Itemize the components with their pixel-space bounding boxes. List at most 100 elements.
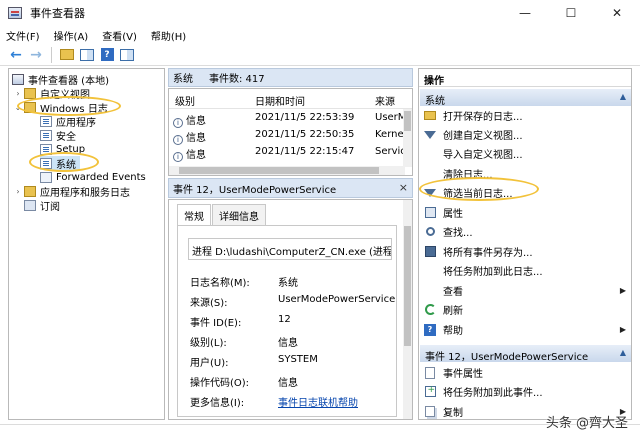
maximize-button[interactable]: ☐: [548, 0, 594, 26]
tree-item-app-service-logs[interactable]: › 应用程序和服务日志: [14, 184, 130, 199]
detail-vertical-scrollbar[interactable]: [403, 200, 412, 419]
event-detail-header: 事件 12，UserModePowerService ×: [168, 178, 413, 198]
forward-arrow-icon: →: [30, 46, 42, 63]
column-datetime[interactable]: 日期和时间: [255, 93, 305, 108]
action-view[interactable]: 查看 ▶: [423, 282, 628, 299]
properties-icon: [424, 207, 436, 218]
scrollbar-thumb[interactable]: [179, 167, 379, 174]
close-icon[interactable]: ×: [399, 181, 408, 194]
submenu-arrow-icon: ▶: [619, 325, 626, 334]
actions-group-system[interactable]: 系统 ▲: [420, 89, 631, 107]
action-save-all-events-as[interactable]: 将所有事件另存为...: [423, 243, 628, 260]
event-description-box[interactable]: 进程 D:\ludashi\ComputerZ_CN.exe (进程 ID: [188, 238, 392, 260]
menu-bar: 文件(F) 操作(A) 查看(V) 帮助(H): [0, 26, 640, 44]
highlight-ellipse-windows-logs: [17, 96, 121, 116]
menu-view[interactable]: 查看(V): [102, 28, 137, 43]
tree-item-security[interactable]: 安全: [40, 128, 76, 143]
open-folder-button[interactable]: [59, 47, 75, 63]
tab-general[interactable]: 常规: [177, 204, 211, 226]
column-source[interactable]: 来源: [375, 93, 395, 108]
action-open-saved-log[interactable]: 打开保存的日志...: [423, 107, 628, 124]
action-properties[interactable]: 属性: [423, 204, 628, 221]
folder-icon: [60, 49, 74, 60]
minimize-button[interactable]: —: [502, 0, 548, 26]
submenu-arrow-icon: ▶: [619, 286, 626, 295]
action-help[interactable]: ? 帮助 ▶: [423, 321, 628, 338]
actions-group-event[interactable]: 事件 12，UserModePowerService ▲: [420, 345, 631, 363]
toolbar: ← → ?: [0, 44, 640, 66]
toolbar-separator: [51, 46, 52, 63]
action-import-custom-view[interactable]: 导入自定义视图...: [423, 145, 628, 162]
highlight-ellipse-filter-current-log: [419, 177, 539, 201]
collapse-caret-icon[interactable]: ▲: [620, 92, 626, 101]
copy-icon: [425, 406, 435, 417]
show-hide-action-pane-button[interactable]: [119, 47, 135, 63]
action-attach-task-to-log[interactable]: 将任务附加到此日志...: [423, 262, 628, 279]
action-find[interactable]: 查找...: [423, 223, 628, 240]
event-detail-panel: 常规 详细信息 进程 D:\ludashi\ComputerZ_CN.exe (…: [168, 199, 413, 420]
save-icon: [424, 246, 436, 257]
title-bar: 事件查看器 — ☐ ✕: [0, 0, 640, 26]
action-attach-task-to-event[interactable]: 将任务附加到此事件...: [423, 383, 628, 400]
folder-icon: [24, 185, 36, 197]
prop-value-user: SYSTEM: [278, 354, 318, 365]
prop-value-opcode: 信息: [278, 378, 298, 389]
prop-label-event-id: 事件 ID(E):: [190, 318, 242, 329]
prop-label-user: 用户(U):: [190, 358, 229, 369]
action-refresh[interactable]: 刷新: [423, 301, 628, 318]
tree-item-event-viewer[interactable]: 事件查看器 (本地): [12, 72, 109, 87]
console-tree-icon: [80, 48, 94, 61]
column-level[interactable]: 级别: [175, 93, 195, 108]
action-event-properties[interactable]: 事件属性: [423, 364, 628, 381]
table-row[interactable]: i 信息 2021/11/5 22:53:39 UserM: [169, 110, 405, 128]
expand-chevron-icon[interactable]: ›: [14, 187, 22, 196]
show-hide-tree-button[interactable]: [79, 47, 95, 63]
help-icon: ?: [100, 48, 114, 61]
prop-label-source: 来源(S):: [190, 298, 228, 309]
event-properties-icon: [425, 366, 435, 379]
general-tab-panel: 进程 D:\ludashi\ComputerZ_CN.exe (进程 ID 日志…: [177, 225, 397, 417]
prop-label-log-name: 日志名称(M):: [190, 278, 250, 289]
scrollbar-thumb[interactable]: [404, 226, 411, 346]
event-list-horizontal-scrollbar[interactable]: [169, 166, 405, 175]
prop-value-log-name: 系统: [278, 278, 298, 289]
menu-file[interactable]: 文件(F): [6, 28, 40, 43]
actions-title: 操作: [419, 69, 631, 87]
console-tree: 事件查看器 (本地) › 自定义视图 ⌄ Windows 日志 应用程序 安全 …: [8, 68, 165, 420]
table-row[interactable]: i 信息 2021/11/5 22:15:47 Servic: [169, 144, 405, 162]
action-pane-icon: [120, 48, 134, 61]
watermark-text: 头条 @齊大圣: [545, 416, 628, 431]
event-list-vertical-scrollbar[interactable]: [403, 109, 412, 167]
actions-pane: 操作 系统 ▲ 打开保存的日志... 创建自定义视图... 导入自定义视图...…: [418, 68, 632, 420]
prop-value-source: UserModePowerService: [278, 294, 396, 305]
refresh-icon: [424, 304, 436, 315]
subscription-icon: [24, 199, 36, 211]
close-button[interactable]: ✕: [594, 0, 640, 26]
back-button[interactable]: ←: [8, 47, 24, 63]
open-folder-icon: [424, 111, 436, 120]
help-icon: ?: [424, 323, 436, 336]
tree-item-subscriptions[interactable]: 订阅: [24, 198, 60, 213]
forward-button[interactable]: →: [28, 47, 44, 63]
event-count-label: 事件数: 417: [209, 74, 265, 85]
scrollbar-thumb[interactable]: [404, 111, 411, 131]
event-list[interactable]: 级别 日期和时间 来源 i 信息 2021/11/5 22:53:39 UserM…: [168, 88, 413, 176]
event-list-columns: 级别 日期和时间 来源: [169, 89, 412, 109]
back-arrow-icon: ←: [10, 46, 22, 63]
menu-help[interactable]: 帮助(H): [151, 28, 186, 43]
filter-icon: [424, 130, 436, 139]
help-button[interactable]: ?: [99, 47, 115, 63]
event-viewer-app-icon: [8, 7, 22, 19]
event-log-online-help-link[interactable]: 事件日志联机帮助: [278, 394, 358, 409]
menu-action[interactable]: 操作(A): [54, 28, 89, 43]
table-row[interactable]: i 信息 2021/11/5 22:50:35 Kerne: [169, 127, 405, 145]
attach-task-icon: [424, 386, 436, 397]
highlight-ellipse-system: [29, 152, 99, 172]
log-icon: [40, 129, 52, 141]
tree-item-application[interactable]: 应用程序: [40, 114, 96, 129]
tab-details[interactable]: 详细信息: [212, 204, 266, 226]
tree-item-forwarded-events[interactable]: Forwarded Events: [40, 170, 146, 184]
expand-chevron-icon[interactable]: ›: [14, 89, 22, 98]
action-create-custom-view[interactable]: 创建自定义视图...: [423, 126, 628, 143]
collapse-caret-icon[interactable]: ▲: [620, 348, 626, 357]
